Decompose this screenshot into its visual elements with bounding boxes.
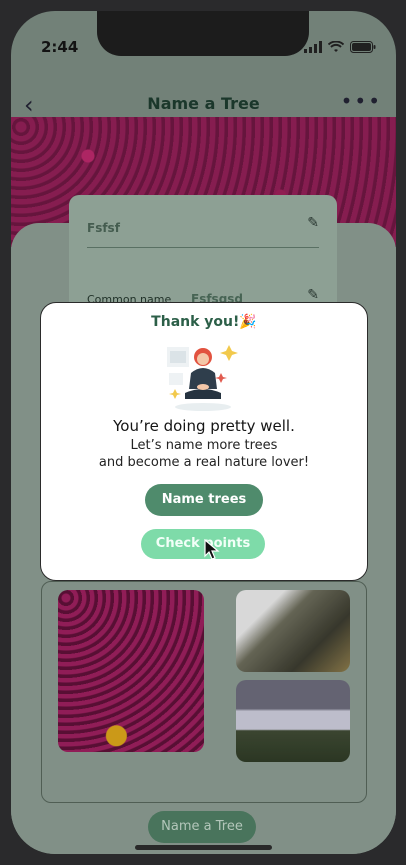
modal-sub-message: Let’s name more trees and become a real … [41,437,367,471]
modal-title: Thank you!🎉 [151,314,257,330]
modal-sub-line-1: Let’s name more trees [130,438,278,453]
modal-main-message: You’re doing pretty well. [113,417,295,435]
name-trees-button[interactable]: Name trees [145,484,263,516]
modal-sub-line-2: and become a real nature lover! [98,455,310,470]
meditating-person-illustration [167,345,238,411]
check-points-button[interactable]: Check points [141,529,265,559]
phone-screen: 2:44 ‹ Name a Tree ••• Fsfsf ✎ Common na… [11,11,396,854]
device-frame: 2:44 ‹ Name a Tree ••• Fsfsf ✎ Common na… [0,0,406,865]
mouse-cursor-icon [204,539,220,560]
